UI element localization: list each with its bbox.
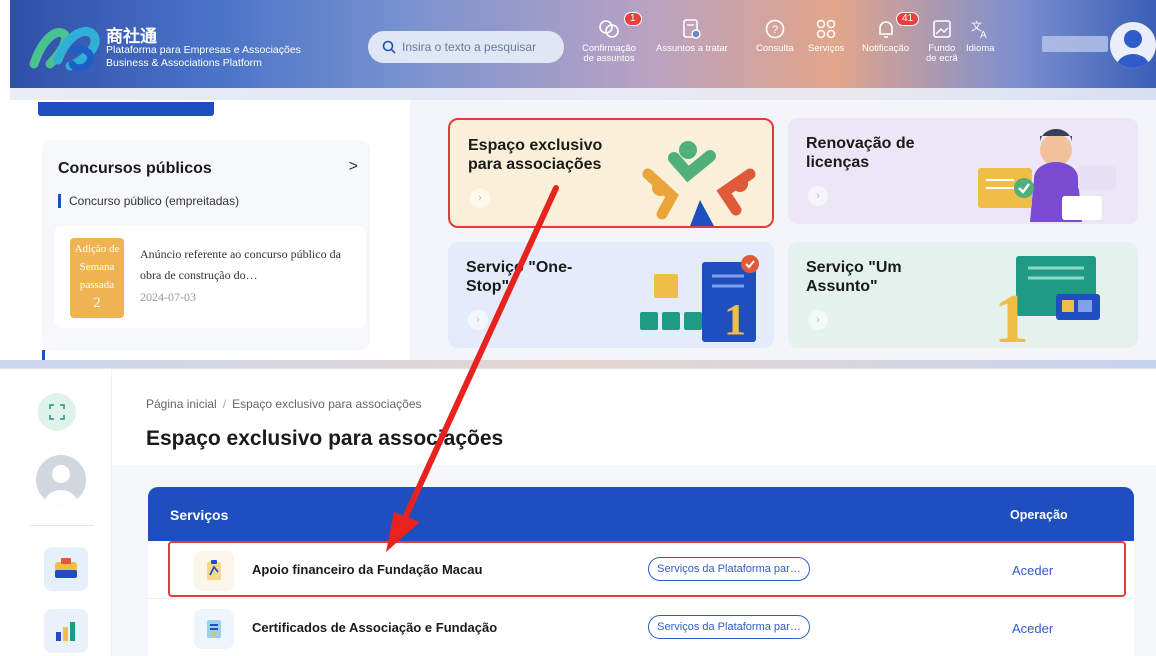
handshake-icon [599,20,619,38]
nav-label: Assuntos a tratar [656,43,728,54]
notice-tag: Adição de Semana passada 2 [70,238,124,318]
notice-date: 2024-07-03 [140,290,196,304]
nav-consulta[interactable]: ? Consulta [756,18,794,54]
sidebar-divider [30,525,94,526]
breadcrumb-separator: / [222,397,227,411]
breadcrumb: Página inicial / Espaço exclusivo para ass… [146,397,422,411]
svg-text:1: 1 [994,281,1029,346]
service-tag[interactable]: Serviços da Plataforma par… [648,615,810,639]
expand-button[interactable] [38,393,76,431]
panel-divider [0,360,1156,368]
question-icon: ? [765,19,785,39]
certificate-icon [194,609,234,649]
sidebar [0,369,112,656]
bell-icon [878,21,893,38]
notice-tag-line: passada [79,279,115,291]
service-name: Certificados de Associação e Fundação [252,620,498,635]
one-stop-icon: 1 [640,255,759,344]
notice-tag-line: Adição de [74,243,120,255]
section-marker [42,350,45,360]
tile-renovacao[interactable]: Renovação de licenças › [788,118,1138,224]
tile-um-assunto[interactable]: Serviço "Um Assunto" › 1 [788,242,1138,348]
header-services: Serviços [170,507,229,523]
concursos-title: Concursos públicos [58,160,212,177]
nav-idioma[interactable]: 文A Idioma [966,18,995,54]
tile-title: Serviço "One- Stop" [466,259,573,295]
user-icon [44,465,78,505]
notice-text: Anúncio referente ao concurso público da… [140,247,341,282]
license-icon [978,128,1116,222]
tile-arrow-icon[interactable]: › [808,186,828,206]
svg-text:A: A [980,30,987,40]
concursos-card[interactable]: Concursos públicos > Concurso público (e… [42,140,370,350]
tile-arrow-icon[interactable]: › [468,310,488,330]
tile-title: Espaço exclusivo para associações [468,137,603,173]
chevron-right-icon[interactable]: > [349,158,358,176]
tile-arrow-icon[interactable]: › [470,188,490,208]
table-row[interactable]: Certificados de Associação e Fundação Se… [148,599,1134,656]
concursos-subtitle: Concurso público (empreitadas) [58,194,239,208]
user-avatar[interactable] [1110,22,1156,68]
chart-app-icon [56,622,75,641]
notice-tag-line: Semana [79,261,115,273]
expand-icon [49,404,65,420]
tile-title: Renovação de licenças [806,135,915,171]
nav-servicos[interactable]: Serviços [808,18,844,54]
tender-app-icon [55,558,77,578]
search-input[interactable]: Insira o texto a pesquisar [368,31,564,63]
nav-label: Idioma [966,43,995,54]
task-icon [683,19,701,39]
nav-fundo[interactable]: Fundo de ecrã [926,18,958,64]
search-placeholder: Insira o texto a pesquisar [402,40,537,54]
wallpaper-icon [933,20,951,38]
screenshot-root: 商社通 Plataforma para Empresas e Associaçõ… [0,0,1156,656]
breadcrumb-current: Espaço exclusivo para associações [232,397,422,411]
nav-label: Consulta [756,43,794,54]
notice-tag-count: 2 [93,295,101,311]
header-operation: Operação [1010,508,1068,522]
sidebar-app-tenderer[interactable] [44,547,88,591]
nav-label: Serviços [808,43,845,54]
one-matter-icon: 1 [994,256,1100,346]
confirmation-badge: 1 [624,12,642,26]
app-logo-icon[interactable] [28,20,102,74]
notice-item[interactable]: Adição de Semana passada 2 Anúncio refer… [54,226,366,328]
tile-arrow-icon[interactable]: › [808,310,828,330]
nav-notificacao[interactable]: 41 Notificação [862,12,920,54]
left-column: Concursos públicos > Concurso público (e… [10,100,410,360]
brand-name-pt: Plataforma para Empresas e Associações [106,44,301,56]
user-icon [1116,30,1150,68]
page-title: Espaço exclusivo para associações [146,427,504,450]
nav-confirmacao[interactable]: 1 Confirmação de assuntos [582,12,642,64]
access-link[interactable]: Aceder [1012,621,1053,636]
grid-icon [816,19,836,39]
home-panel: 商社通 Plataforma para Empresas e Associaçõ… [10,0,1156,360]
association-panel: Página inicial / Espaço exclusivo para ass… [0,368,1156,656]
notification-badge: 41 [896,12,920,26]
svg-text:?: ? [772,24,778,36]
top-header: 商社通 Plataforma para Empresas e Associaçõ… [10,0,1156,100]
people-icon [642,141,756,226]
breadcrumb-home[interactable]: Página inicial [146,397,217,411]
user-name[interactable] [1042,36,1108,52]
sidebar-avatar[interactable] [36,455,86,505]
blue-strip [38,102,214,116]
sidebar-app-stats[interactable] [44,609,88,653]
nav-assuntos[interactable]: Assuntos a tratar [656,18,728,54]
tile-espaco-exclusivo[interactable]: Espaço exclusivo para associações › [448,118,774,228]
nav-label: de ecrã [926,53,958,64]
translate-icon: 文A [971,19,987,40]
svg-text:1: 1 [724,295,746,344]
nav-label: de assuntos [583,53,635,64]
row-highlight [168,541,1126,597]
tile-title: Serviço "Um Assunto" [806,259,902,295]
brand-name-en: Business & Associations Platform [106,57,262,69]
table-header: Serviços Operação [148,487,1134,541]
nav-label: Notificação [862,43,909,54]
tile-one-stop[interactable]: Serviço "One- Stop" › 1 [448,242,774,348]
search-icon [382,40,396,54]
